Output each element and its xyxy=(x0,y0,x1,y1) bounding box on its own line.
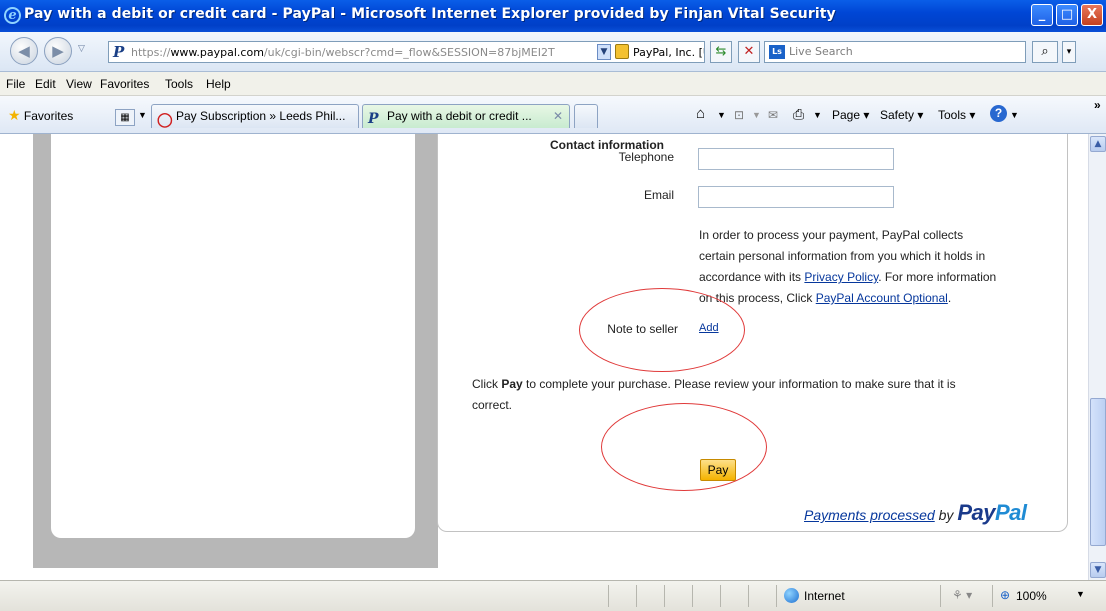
read-mail-icon[interactable]: ✉ xyxy=(768,108,778,122)
paypal-account-optional-link[interactable]: PayPal Account Optional xyxy=(816,291,948,305)
page-menu[interactable]: Page ▾ xyxy=(832,108,869,122)
home-icon[interactable]: ⌂ xyxy=(696,105,705,122)
menu-help[interactable]: Help xyxy=(206,77,231,91)
menu-tools[interactable]: Tools xyxy=(165,77,193,91)
feeds-dropdown-icon[interactable]: ▼ xyxy=(752,110,761,120)
zoom-dropdown-icon[interactable]: ▼ xyxy=(1076,589,1085,599)
forward-button[interactable]: ▶ xyxy=(44,37,72,65)
back-button[interactable]: ◀ xyxy=(10,37,38,65)
help-icon[interactable]: ? xyxy=(990,105,1007,122)
privacy-notice: In order to process your payment, PayPal… xyxy=(699,228,997,305)
search-input[interactable]: Ls Live Search xyxy=(764,41,1026,63)
telephone-label: Telephone xyxy=(618,150,674,164)
paypal-logo: PayPal xyxy=(957,500,1027,525)
search-options-icon[interactable]: ▾ xyxy=(1062,41,1076,63)
tab-list-dropdown-icon[interactable]: ▼ xyxy=(138,110,147,120)
menu-edit[interactable]: Edit xyxy=(35,77,56,91)
refresh-icon[interactable]: ⇆ xyxy=(710,41,732,63)
internet-globe-icon xyxy=(784,588,799,603)
paypal-favicon-icon: P xyxy=(113,43,125,61)
address-bar[interactable]: P https://www.paypal.com/uk/cgi-bin/webs… xyxy=(108,41,705,63)
stop-button[interactable]: ✕ xyxy=(738,41,760,63)
ie-logo-icon: e xyxy=(4,7,21,24)
email-label: Email xyxy=(643,188,674,202)
safety-menu[interactable]: Safety ▾ xyxy=(880,108,923,122)
page-content: Contact information Telephone Email In o… xyxy=(0,134,1088,580)
new-tab-button[interactable] xyxy=(574,104,598,128)
search-button[interactable]: ⌕ xyxy=(1032,41,1058,63)
paypal-favicon-icon: P xyxy=(368,111,379,127)
print-icon[interactable]: ⎙ xyxy=(793,106,804,123)
menu-bar: File Edit View Favorites Tools Help xyxy=(0,72,1106,96)
menu-view[interactable]: View xyxy=(66,77,92,91)
favorites-button[interactable]: ★ Favorites xyxy=(8,107,73,124)
close-button[interactable]: X xyxy=(1081,4,1103,26)
quick-tabs-icon[interactable]: ▦ xyxy=(115,109,135,126)
vertical-scrollbar[interactable]: ▲ ▼ xyxy=(1088,134,1106,580)
help-dropdown-icon[interactable]: ▼ xyxy=(1010,110,1019,120)
telephone-field[interactable] xyxy=(698,148,894,170)
payments-processed-link[interactable]: Payments processed xyxy=(804,507,935,523)
home-dropdown-icon[interactable]: ▼ xyxy=(717,110,726,120)
tab-close-icon[interactable]: ✕ xyxy=(553,105,563,127)
menu-favorites[interactable]: Favorites xyxy=(100,77,149,91)
opera-o-icon: ◯ xyxy=(157,111,173,127)
left-column xyxy=(33,134,438,568)
magnifier-icon: ⌕ xyxy=(1041,44,1049,59)
favorites-tab-bar: ★ Favorites ▦ ▼ ◯ Pay Subscription » Lee… xyxy=(0,96,1106,134)
protected-mode-icon[interactable]: ⚘ ▾ xyxy=(952,588,972,602)
window-title: Pay with a debit or credit card - PayPal… xyxy=(24,6,836,22)
live-search-icon: Ls xyxy=(769,45,785,59)
pay-instruction: Click Pay to complete your purchase. Ple… xyxy=(472,377,956,412)
address-toolbar: ◀ ▶ ▽ P https://www.paypal.com/uk/cgi-bi… xyxy=(0,32,1106,72)
address-url: https://www.paypal.com/uk/cgi-bin/webscr… xyxy=(131,46,555,59)
zoom-icon[interactable]: ⊕ xyxy=(1000,588,1010,602)
title-bar: e Pay with a debit or credit card - PayP… xyxy=(0,0,1106,32)
privacy-policy-link[interactable]: Privacy Policy xyxy=(804,270,878,284)
payment-panel: Contact information Telephone Email In o… xyxy=(437,134,1068,532)
toolbar-overflow-icon[interactable]: » xyxy=(1094,98,1101,112)
tools-menu[interactable]: Tools ▾ xyxy=(938,108,975,122)
email-field[interactable] xyxy=(698,186,894,208)
payments-processed-footer: Payments processed by PayPal xyxy=(804,500,1027,525)
security-zone[interactable]: Internet xyxy=(804,589,845,603)
zoom-level[interactable]: 100% xyxy=(1016,589,1047,603)
tab-pay-card[interactable]: P Pay with a debit or credit ... ✕ xyxy=(362,104,570,128)
left-panel xyxy=(51,134,415,538)
stop-icon: ✕ xyxy=(743,44,755,59)
scroll-thumb[interactable] xyxy=(1090,398,1106,546)
address-dropdown-icon[interactable]: ▼ xyxy=(597,44,611,60)
annotation-circle-note xyxy=(579,288,745,372)
annotation-circle-pay xyxy=(601,403,767,491)
status-bar: Internet ⚘ ▾ ⊕ 100% ▼ xyxy=(0,580,1106,611)
site-identity[interactable]: PayPal, Inc. [US] xyxy=(633,46,704,59)
maximize-button[interactable]: □ xyxy=(1056,4,1078,26)
print-dropdown-icon[interactable]: ▼ xyxy=(813,110,822,120)
feeds-icon[interactable]: ⊡ xyxy=(734,108,744,122)
scroll-down-icon[interactable]: ▼ xyxy=(1090,562,1106,578)
menu-file[interactable]: File xyxy=(6,77,25,91)
tab-pay-subscription[interactable]: ◯ Pay Subscription » Leeds Phil... xyxy=(151,104,359,128)
favorites-star-icon: ★ xyxy=(8,107,21,123)
forward-arrow-icon: ▶ xyxy=(52,42,64,60)
history-dropdown-icon[interactable]: ▽ xyxy=(78,44,85,54)
minimize-button[interactable]: _ xyxy=(1031,4,1053,26)
scroll-up-icon[interactable]: ▲ xyxy=(1090,136,1106,152)
back-arrow-icon: ◀ xyxy=(18,42,30,60)
lock-icon[interactable] xyxy=(615,44,629,59)
